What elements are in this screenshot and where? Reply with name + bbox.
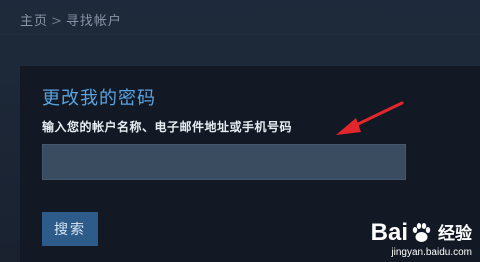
paw-icon bbox=[412, 223, 431, 242]
breadcrumb: 主页 > 寻找帐户 bbox=[20, 10, 122, 29]
watermark-brand: Bai 经验 bbox=[371, 221, 472, 245]
breadcrumb-current[interactable]: 寻找帐户 bbox=[66, 14, 122, 29]
page-title: 更改我的密码 bbox=[42, 88, 156, 109]
account-search-input[interactable] bbox=[42, 144, 406, 180]
breadcrumb-separator: > bbox=[51, 14, 63, 29]
page: 主页 > 寻找帐户 更改我的密码 输入您的帐户名称、电子邮件地址或手机号码 搜索 B… bbox=[0, 0, 480, 262]
instruction-label: 输入您的帐户名称、电子邮件地址或手机号码 bbox=[42, 120, 293, 134]
watermark-brand-right: 经验 bbox=[438, 223, 472, 243]
breadcrumb-home[interactable]: 主页 bbox=[20, 14, 48, 29]
baidu-jingyan-watermark: Bai 经验 jingyan.baidu.com bbox=[371, 221, 472, 259]
search-button[interactable]: 搜索 bbox=[42, 212, 98, 246]
header-divider bbox=[0, 34, 480, 35]
watermark-url: jingyan.baidu.com bbox=[391, 247, 472, 258]
watermark-brand-left: Bai bbox=[370, 219, 408, 246]
